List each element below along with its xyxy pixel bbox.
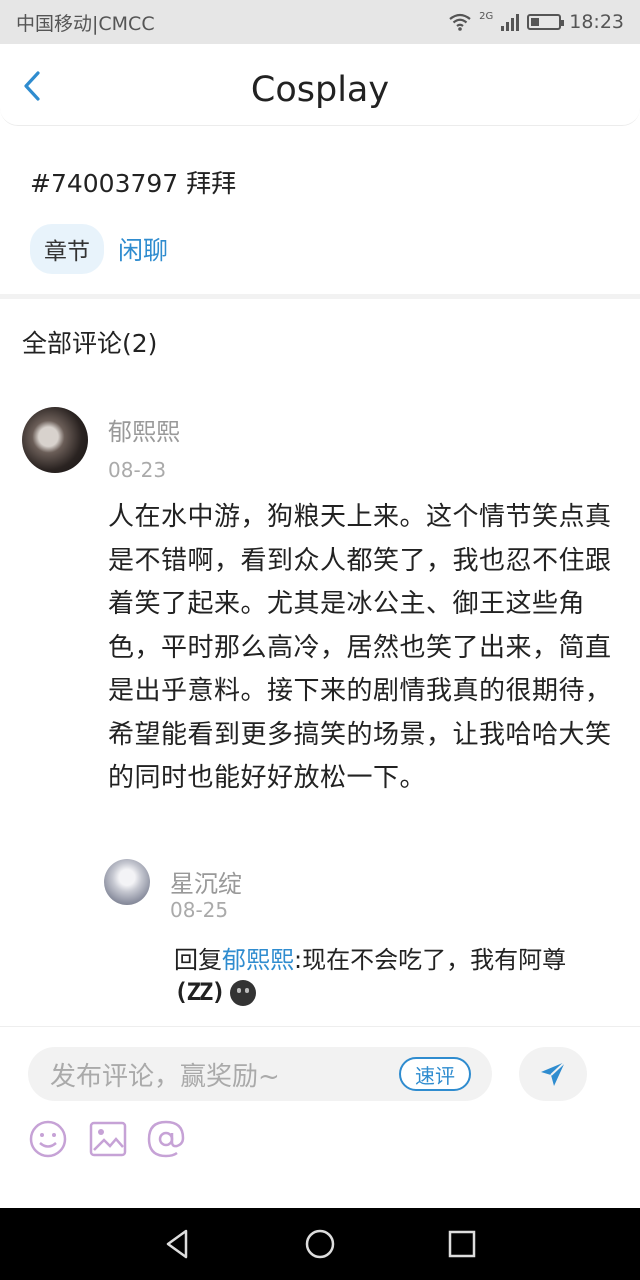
nav-back-icon[interactable] [160, 1226, 196, 1262]
comment-author[interactable]: 郁熙熙 [108, 412, 180, 447]
avatar[interactable] [22, 407, 88, 473]
status-bar: 中国移动|CMCC 2G 18:23 [0, 0, 640, 44]
reply-prefix: 回复 [174, 946, 222, 974]
send-icon [541, 1061, 566, 1086]
nav-recents-icon[interactable] [444, 1226, 480, 1262]
carrier-label: 中国移动|CMCC [16, 12, 155, 35]
chapter-tag[interactable]: 章节 [30, 224, 104, 274]
nav-home-icon[interactable] [302, 1226, 338, 1262]
signal-icon [501, 13, 520, 31]
post-title: #74003797 拜拜 [30, 169, 237, 198]
tag-row: 章节 闲聊 [30, 224, 168, 274]
face-emoji-icon [229, 980, 256, 1006]
emoji-icon[interactable] [28, 1119, 68, 1159]
comment-bar: 发布评论，赢奖励~ 速评 [0, 1026, 640, 1208]
reply-date: 08-25 [170, 898, 229, 922]
system-nav-bar [0, 1208, 640, 1280]
clock: 18:23 [569, 11, 624, 33]
comment-placeholder: 发布评论，赢奖励~ [50, 1061, 280, 1092]
image-icon[interactable] [88, 1119, 128, 1159]
topic-tag-link[interactable]: 闲聊 [118, 231, 168, 267]
sleepy-emoji: (ZZ) [174, 978, 226, 1006]
reply-author[interactable]: 星沉绽 [170, 864, 242, 899]
screen: 中国移动|CMCC 2G 18:23 Cosplay #74003797 拜拜 … [0, 0, 640, 1280]
wifi-icon [449, 13, 471, 31]
status-icons: 2G 18:23 [449, 11, 624, 33]
reply-text: 回复郁熙熙:现在不会吃了，我有阿尊 (ZZ) [174, 944, 614, 1008]
mention-icon[interactable] [146, 1119, 186, 1159]
reply-to-user-link[interactable]: 郁熙熙 [222, 946, 294, 974]
comment-text: 人在水中游，狗粮天上来。这个情节笑点真是不错啊，看到众人都笑了，我也忍不住跟着笑… [108, 502, 612, 793]
reply-avatar[interactable] [104, 859, 150, 905]
page-title: Cosplay [250, 70, 390, 110]
comments-heading: 全部评论(2) [22, 329, 158, 358]
network-badge: 2G [479, 11, 494, 22]
section-divider [0, 294, 640, 299]
comment-date: 08-23 [108, 458, 167, 482]
battery-icon [527, 14, 565, 30]
app-header: Cosplay [0, 44, 640, 126]
reply-body: 现在不会吃了，我有阿尊 [302, 946, 567, 974]
reply-separator: : [294, 946, 303, 974]
send-button[interactable] [519, 1047, 587, 1101]
quick-comment-button[interactable]: 速评 [399, 1057, 471, 1091]
